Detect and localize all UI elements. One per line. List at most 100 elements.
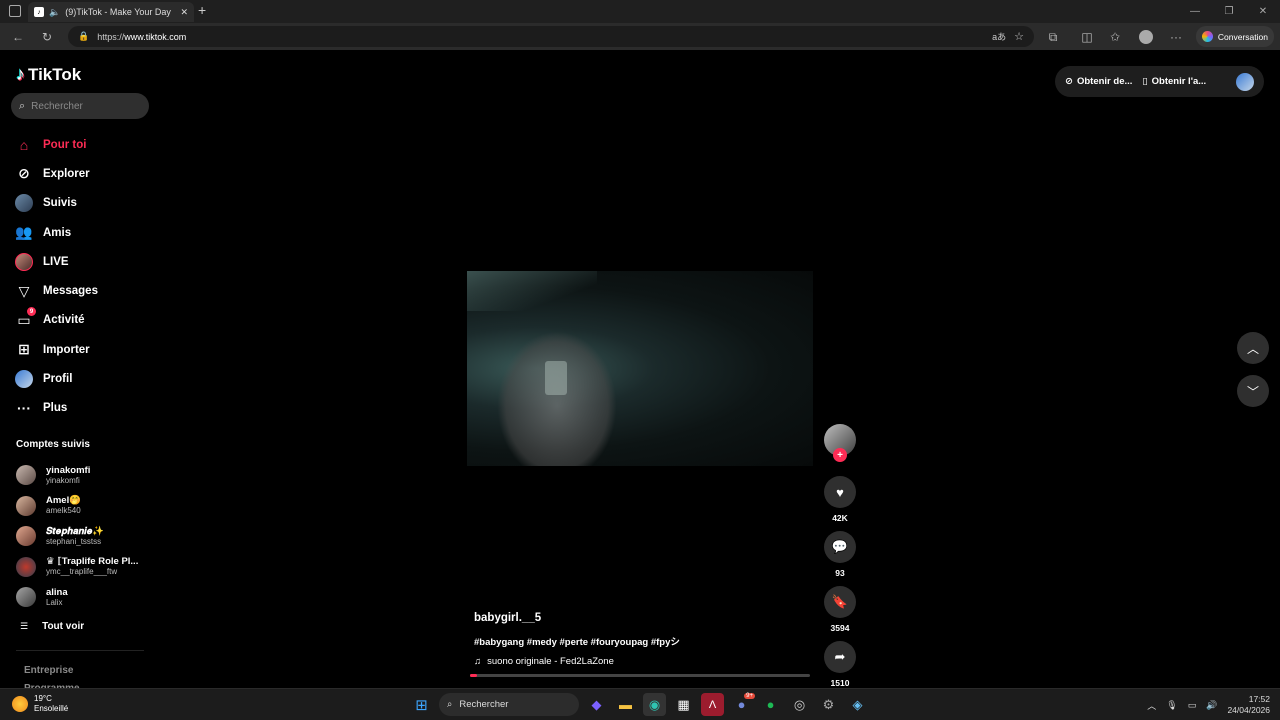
video-progress-bar[interactable] (470, 674, 810, 677)
file-explorer-icon[interactable]: ▬ (614, 693, 637, 716)
video-player[interactable] (467, 271, 813, 466)
url-scheme: https:// (97, 31, 125, 42)
steam-icon[interactable]: ◈ (846, 693, 869, 716)
nav-item-profile[interactable]: Profil (14, 364, 98, 393)
maximize-icon[interactable]: ❐ (1212, 0, 1246, 23)
time: 17:52 (1248, 694, 1270, 704)
favorite-star-icon[interactable]: ☆ (1014, 30, 1024, 43)
tab-title: (9)TikTok - Make Your Day (65, 7, 171, 17)
chevron-up-icon: ︿ (1246, 341, 1259, 356)
split-screen-icon[interactable]: ◫ (1078, 28, 1096, 46)
phone-icon: ▯ (1142, 76, 1148, 87)
settings-icon[interactable]: ⚙ (817, 693, 840, 716)
browser-tab[interactable]: ♪ 🔈 (9)TikTok - Make Your Day ✕ (28, 2, 194, 22)
nav-label: Profil (43, 373, 73, 386)
top-right-actions: ⊘ Obtenir de... ▯ Obtenir l'a... (1055, 66, 1264, 97)
nav-item-friends[interactable]: 👥 Amis (14, 218, 98, 247)
share-count: 1510 (830, 678, 850, 688)
microphone-icon[interactable]: 🎙 (1166, 700, 1177, 711)
profile-icon[interactable] (1137, 28, 1155, 46)
display-icon[interactable]: ▭ (1188, 700, 1197, 711)
nav-item-messages[interactable]: ▽ Messages (14, 276, 98, 305)
tiktok-favicon-icon: ♪ (34, 7, 44, 17)
tab-actions-icon[interactable] (9, 5, 21, 17)
follow-plus-icon[interactable]: + (833, 448, 847, 462)
nav-item-following[interactable]: Suivis (14, 189, 98, 218)
discord-badge: 9+ (744, 693, 755, 699)
video-caption: babygirl.__5 #babygang #medy #perte #fou… (474, 612, 680, 667)
activity-badge: 9 (27, 307, 36, 317)
windows-start-icon[interactable]: ⊞ (410, 693, 433, 716)
following-avatar (14, 193, 34, 213)
user-avatar[interactable] (1236, 72, 1254, 91)
speaker-icon[interactable]: 🔈 (49, 7, 60, 18)
get-coins-button[interactable]: ⊘ Obtenir de... (1065, 76, 1132, 87)
heart-icon[interactable]: ♥ (824, 476, 856, 508)
creator-avatar[interactable]: + (824, 424, 856, 462)
app-circle-icon[interactable]: ◎ (788, 693, 811, 716)
browser-tab-bar: ♪ 🔈 (9)TikTok - Make Your Day ✕ + — ❐ ✕ (0, 0, 1280, 23)
previous-video-button[interactable]: ︿ (1237, 332, 1269, 364)
chevron-up-icon[interactable]: ︿ (1147, 699, 1156, 712)
nav-item-explore[interactable]: ⊘ Explorer (14, 159, 98, 188)
get-app-button[interactable]: ▯ Obtenir l'a... (1142, 76, 1206, 87)
weather-widget[interactable]: 19°C Ensoleillé (12, 694, 68, 714)
nav-label: Plus (43, 402, 68, 415)
taskbar-search[interactable]: ⌕ Rechercher (439, 693, 579, 716)
following-section-title: Comptes suivis (16, 439, 90, 450)
nav-item-activity[interactable]: ▭ 9 Activité (14, 306, 98, 335)
close-tab-icon[interactable]: ✕ (180, 7, 188, 18)
address-bar[interactable]: 🔒 https://www.tiktok.com aあ ☆ (68, 26, 1034, 47)
nav-item-upload[interactable]: ⊞ Importer (14, 335, 98, 364)
activity-icon: ▭ 9 (14, 307, 36, 330)
extensions-icon[interactable]: ⧉ (1044, 28, 1062, 46)
footer-link-company[interactable]: Entreprise (24, 662, 80, 680)
followed-account[interactable]: 𝑺𝒕𝒆𝒑𝒉𝒂𝒏𝒊𝒆✨ stephani_tsstss (16, 521, 138, 552)
more-options-icon[interactable]: ··· (1167, 28, 1185, 46)
copilot-icon[interactable]: ◆ (585, 693, 608, 716)
video-author[interactable]: babygirl.__5 (474, 612, 680, 624)
read-aloud-icon[interactable]: aあ (992, 30, 1006, 43)
nav-item-live[interactable]: LIVE (14, 247, 98, 276)
copilot-conversation-button[interactable]: Conversation (1196, 26, 1274, 47)
comment-count: 93 (835, 568, 845, 578)
nav-item-more[interactable]: ··· Plus (14, 394, 98, 423)
new-tab-button[interactable]: + (198, 2, 206, 18)
nav-label: Explorer (43, 167, 90, 180)
followed-account[interactable]: Amel🤭 amelk540 (16, 491, 138, 522)
nav-item-for-you[interactable]: ⌂ Pour toi (14, 130, 98, 159)
share-icon[interactable]: ➦ (824, 641, 856, 673)
store-icon[interactable]: ▦ (672, 693, 695, 716)
spotify-icon[interactable]: ● (759, 693, 782, 716)
profile-avatar (14, 369, 34, 389)
next-video-button[interactable]: ﹀ (1237, 375, 1269, 407)
favorites-icon[interactable]: ✩ (1106, 28, 1124, 46)
video-music[interactable]: ♫ suono originale - Fed2LaZone (474, 656, 680, 667)
get-app-label: Obtenir l'a... (1151, 76, 1207, 87)
minimize-icon[interactable]: — (1178, 0, 1212, 23)
conversation-label: Conversation (1217, 31, 1268, 42)
close-window-icon[interactable]: ✕ (1246, 0, 1280, 23)
volume-icon[interactable]: 🔊 (1206, 700, 1217, 711)
system-tray: ︿ 🎙 ▭ 🔊 17:52 24/04/2026 (1147, 694, 1270, 716)
clock[interactable]: 17:52 24/04/2026 (1227, 694, 1270, 716)
divider (16, 650, 144, 651)
comment-icon[interactable]: 💬 (824, 531, 856, 563)
back-icon[interactable]: ← (9, 28, 27, 46)
see-all-link[interactable]: ☰ Tout voir (20, 621, 84, 632)
window-controls: — ❐ ✕ (1178, 0, 1280, 23)
tiktok-logo[interactable]: ♪ TikTok (16, 64, 81, 85)
followed-account[interactable]: yinakomfi yinakomfi (16, 460, 138, 491)
app-red-icon[interactable]: Λ (701, 693, 724, 716)
bookmark-icon[interactable]: 🔖 (824, 586, 856, 618)
music-note-icon: ♫ (474, 656, 482, 667)
followed-account[interactable]: ♛ ⟦Traplife Role Pl... ymc__traplife___ft… (16, 552, 138, 583)
search-icon: ⌕ (19, 99, 26, 112)
search-input[interactable]: ⌕ Rechercher (11, 93, 149, 119)
edge-icon[interactable]: ◉ (643, 693, 666, 716)
video-hashtags[interactable]: #babygang #medy #perte #fouryoupag #fpyシ (474, 634, 680, 648)
refresh-icon[interactable]: ↻ (38, 28, 56, 46)
discord-icon[interactable]: ● 9+ (730, 693, 755, 716)
followed-account[interactable]: alina Lalix (16, 582, 138, 613)
like-count: 42K (832, 513, 848, 523)
